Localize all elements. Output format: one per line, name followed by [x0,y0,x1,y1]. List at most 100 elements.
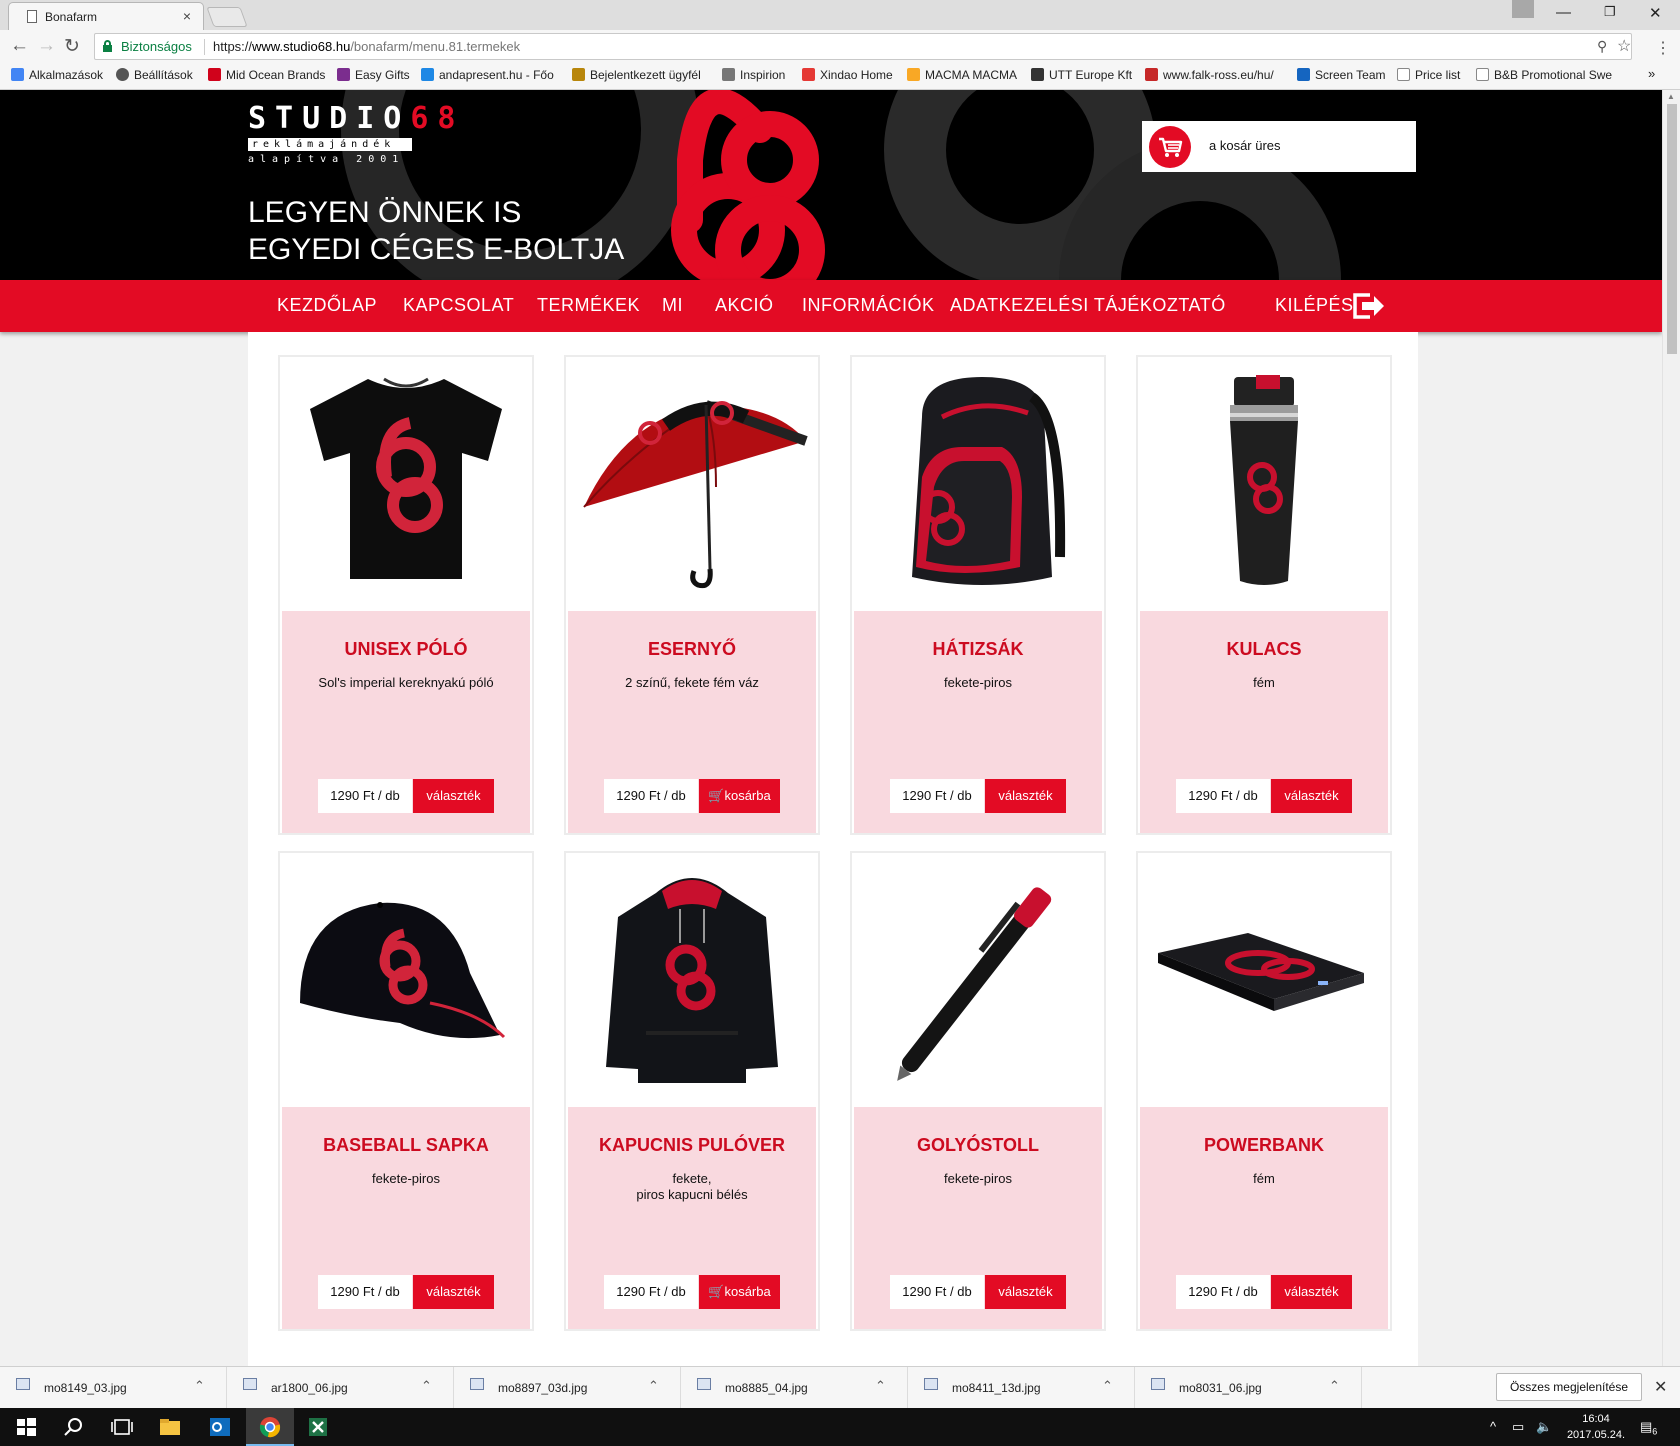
minimize-button[interactable]: — [1556,4,1571,21]
key-icon[interactable]: ⚲ [1597,38,1607,55]
chevron-up-icon[interactable]: ⌃ [194,1378,205,1394]
chevron-up-icon[interactable]: ⌃ [421,1378,432,1394]
product-image [852,853,1104,1105]
logout-icon[interactable] [1352,292,1386,320]
network-icon[interactable]: ▭ [1512,1419,1524,1435]
nav-sale[interactable]: AKCIÓ [715,295,774,316]
bookmark-item[interactable]: Mid Ocean Brands [208,68,325,82]
file-explorer-icon[interactable] [158,1415,182,1439]
close-downloads-icon[interactable]: ✕ [1654,1377,1667,1397]
bookmarks-more-icon[interactable]: » [1648,66,1655,81]
user-profile-icon[interactable] [1512,0,1534,18]
download-item[interactable]: mo8149_03.jpg ⌃ [0,1367,227,1409]
logo-tagline: reklámajándék [248,138,412,151]
nav-information[interactable]: INFORMÁCIÓK [802,295,935,316]
bookmark-item[interactable]: B&B Promotional Swe [1476,68,1612,82]
product-card[interactable]: BASEBALL SAPKA fekete-piros 1290 Ft / db… [278,851,534,1331]
task-view-icon[interactable] [110,1415,134,1439]
bookmark-item[interactable]: Easy Gifts [337,68,410,82]
product-name[interactable]: POWERBANK [1140,1135,1388,1156]
product-card[interactable]: POWERBANK fém 1290 Ft / db választék [1136,851,1392,1331]
chevron-up-icon[interactable]: ⌃ [1102,1378,1113,1394]
product-name[interactable]: BASEBALL SAPKA [282,1135,530,1156]
nav-contact[interactable]: KAPCSOLAT [403,295,514,316]
variants-button[interactable]: választék [985,779,1066,813]
product-name[interactable]: KULACS [1140,639,1388,660]
restore-button[interactable]: ❐ [1604,4,1616,20]
browser-tab[interactable]: Bonafarm × [8,2,204,30]
chevron-up-icon[interactable]: ⌃ [1329,1378,1340,1394]
back-button[interactable]: ← [10,35,29,57]
show-all-downloads-button[interactable]: Összes megjelenítése [1496,1373,1642,1401]
product-card[interactable]: KULACS fém 1290 Ft / db választék [1136,355,1392,835]
nav-logout[interactable]: KILÉPÉS [1275,295,1354,316]
scrollbar-thumb[interactable] [1667,104,1677,354]
excel-icon[interactable] [306,1415,330,1439]
bookmark-item[interactable]: andapresent.hu - Főo [421,68,554,82]
variants-button[interactable]: választék [1271,1275,1352,1309]
taskbar-clock[interactable]: 16:04 2017.05.24. [1560,1411,1632,1443]
bookmark-item[interactable]: UTT Europe Kft [1031,68,1132,82]
product-info: KULACS fém 1290 Ft / db választék [1140,611,1388,833]
chrome-menu-icon[interactable]: ⋮ [1655,38,1671,58]
download-item[interactable]: mo8885_04.jpg ⌃ [681,1367,908,1409]
bookmark-item[interactable]: Beállítások [116,68,193,82]
page-icon [27,10,37,23]
address-bar[interactable]: Biztonságos https://www.studio68.hu/bona… [94,33,1632,60]
add-to-cart-button[interactable]: 🛒kosárba [699,1275,780,1309]
bookmark-item[interactable]: Price list [1397,68,1460,82]
download-item[interactable]: mo8411_13d.jpg ⌃ [908,1367,1135,1409]
notifications-icon[interactable]: ▤6 [1640,1419,1657,1437]
outlook-icon[interactable] [208,1415,232,1439]
bookmark-star-icon[interactable]: ☆ [1617,36,1631,56]
bookmark-item[interactable]: Screen Team [1297,68,1385,82]
url-text[interactable]: https://www.studio68.hu/bonafarm/menu.81… [213,39,520,54]
product-name[interactable]: GOLYÓSTOLL [854,1135,1102,1156]
product-name[interactable]: ESERNYŐ [568,639,816,660]
search-icon[interactable] [62,1415,86,1439]
bookmark-item[interactable]: Inspirion [722,68,785,82]
product-name[interactable]: UNISEX PÓLÓ [282,639,530,660]
tab-close-icon[interactable]: × [183,8,191,24]
close-window-button[interactable]: ✕ [1649,4,1662,22]
chevron-up-icon[interactable]: ⌃ [648,1378,659,1394]
page-scrollbar[interactable]: ▲ [1662,90,1680,1366]
variants-button[interactable]: választék [413,1275,494,1309]
product-info: POWERBANK fém 1290 Ft / db választék [1140,1107,1388,1329]
product-card[interactable]: ESERNYŐ 2 színű, fekete fém váz 1290 Ft … [564,355,820,835]
product-card[interactable]: UNISEX PÓLÓ Sol's imperial kereknyakú pó… [278,355,534,835]
forward-button[interactable]: → [37,35,56,57]
product-card[interactable]: GOLYÓSTOLL fekete-piros 1290 Ft / db vál… [850,851,1106,1331]
product-card[interactable]: KAPUCNIS PULÓVER fekete, piros kapucni b… [564,851,820,1331]
variants-button[interactable]: választék [985,1275,1066,1309]
variants-button[interactable]: választék [1271,779,1352,813]
windows-start-icon[interactable] [14,1415,38,1439]
nav-about[interactable]: MI [662,295,683,316]
reload-button[interactable]: ↻ [64,35,80,58]
nav-privacy[interactable]: ADATKEZELÉSI TÁJÉKOZTATÓ [950,295,1226,316]
variants-button[interactable]: választék [413,779,494,813]
nav-products[interactable]: TERMÉKEK [537,295,640,316]
download-item[interactable]: mo8031_06.jpg ⌃ [1135,1367,1362,1409]
site-header: STUDIO68 reklámajándék alapítva 2001 LEG… [0,90,1662,280]
nav-home[interactable]: KEZDŐLAP [277,295,377,316]
chrome-icon[interactable] [258,1415,282,1439]
chevron-up-icon[interactable]: ⌃ [875,1378,886,1394]
product-name[interactable]: HÁTIZSÁK [854,639,1102,660]
bookmark-item[interactable]: www.falk-ross.eu/hu/ [1145,68,1274,82]
product-name[interactable]: KAPUCNIS PULÓVER [568,1135,816,1156]
cart-widget[interactable]: a kosár üres [1142,121,1416,172]
bookmark-item[interactable]: Alkalmazások [11,68,103,82]
download-item[interactable]: ar1800_06.jpg ⌃ [227,1367,454,1409]
volume-icon[interactable]: 🔈 [1536,1419,1552,1435]
bookmark-item[interactable]: MACMA MACMA [907,68,1017,82]
tray-chevron-icon[interactable]: ^ [1490,1419,1496,1434]
download-item[interactable]: mo8897_03d.jpg ⌃ [454,1367,681,1409]
scroll-up-icon[interactable]: ▲ [1667,92,1675,101]
add-to-cart-button[interactable]: 🛒kosárba [699,779,780,813]
bookmark-item[interactable]: Xindao Home [802,68,893,82]
bookmark-item[interactable]: Bejelentkezett ügyfél [572,68,701,82]
new-tab-button[interactable] [206,7,248,27]
product-card[interactable]: HÁTIZSÁK fekete-piros 1290 Ft / db válas… [850,355,1106,835]
studio68-logo[interactable]: STUDIO68 reklámajándék alapítva 2001 [248,104,455,174]
